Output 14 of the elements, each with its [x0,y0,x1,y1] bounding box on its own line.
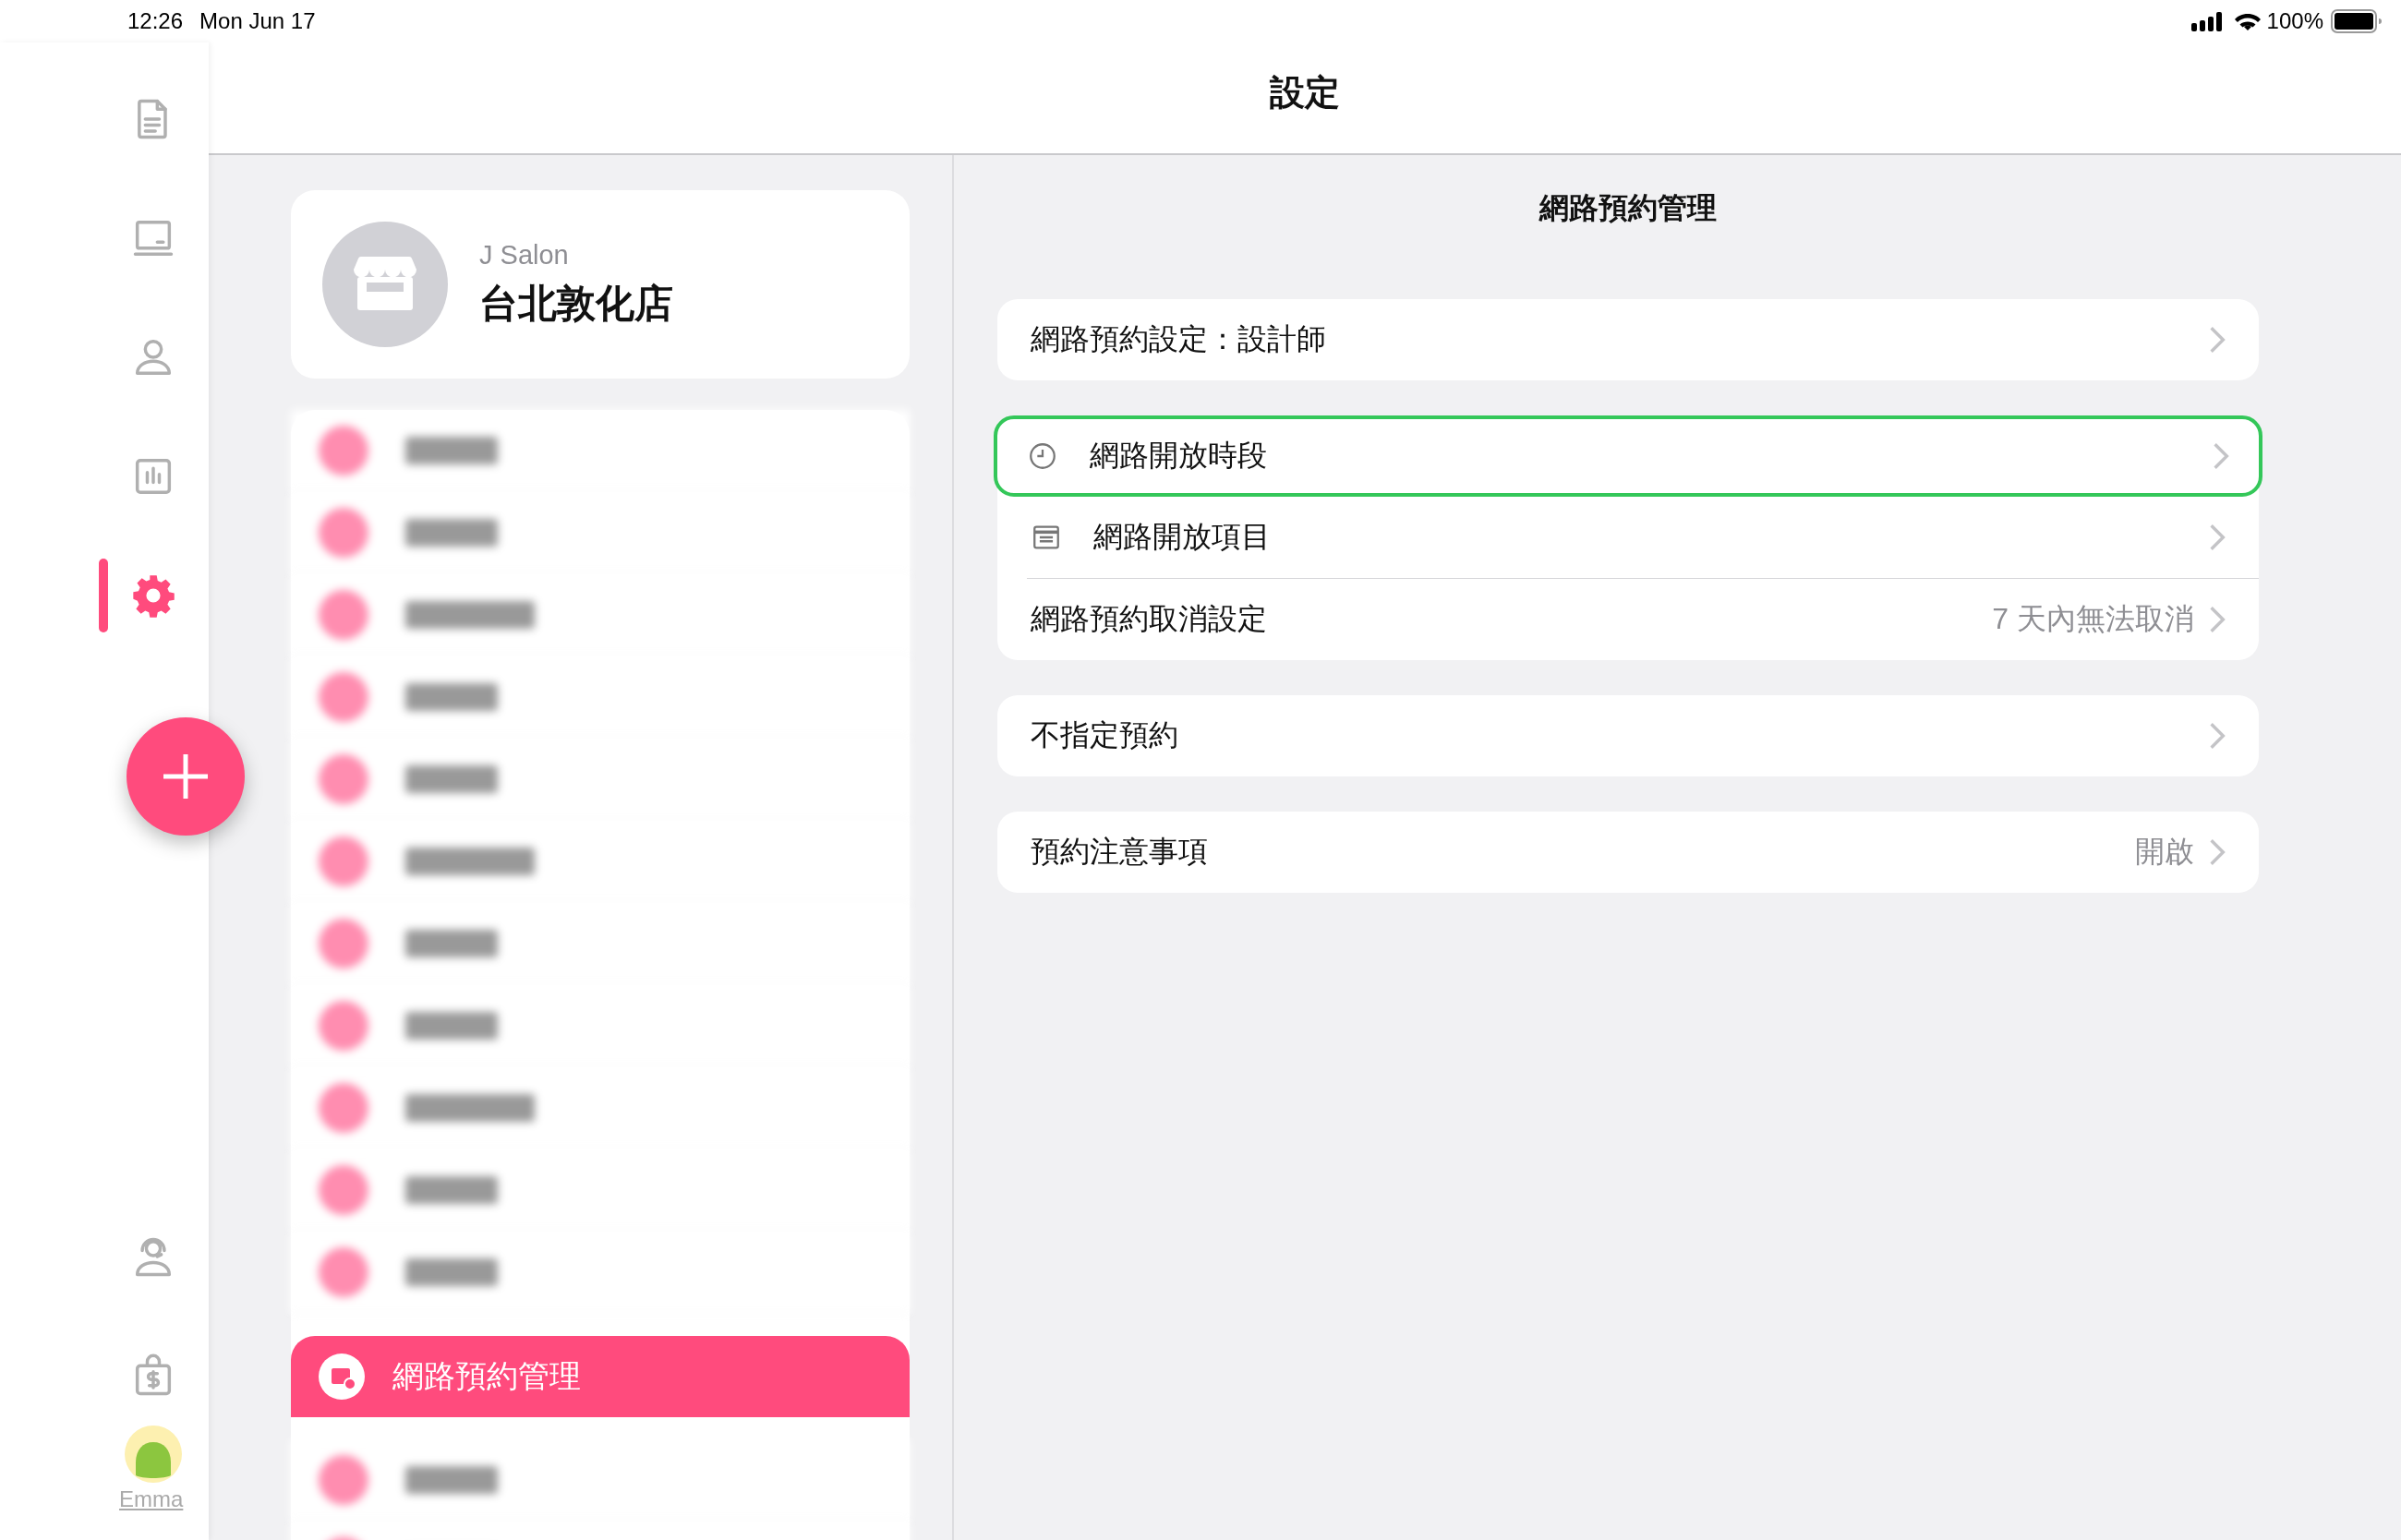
brand-name: J Salon [479,239,570,271]
store-name: 台北敦化店 [479,280,673,327]
settings-row[interactable]: 網路預約設定：設計師 [997,299,2259,380]
settings-row[interactable]: 網路開放時段 [994,415,2262,497]
battery-percent: 100% [2266,8,2323,34]
settings-row[interactable]: 網路預約取消設定 7 天內無法取消 [997,579,2259,660]
settings-row[interactable]: 預約注意事項 開啟 [997,812,2259,893]
page-title: 設定 [1270,71,1340,114]
store-card[interactable]: J Salon 台北敦化店 [291,190,910,379]
section-title: 網路預約管理 [1539,190,1717,226]
settings-row[interactable]: 網路開放項目 [997,497,2259,578]
settings-row[interactable]: 不指定預約 [997,695,2259,776]
status-time: 12:26 [127,8,184,34]
status-date: Mon Jun 17 [199,8,316,34]
